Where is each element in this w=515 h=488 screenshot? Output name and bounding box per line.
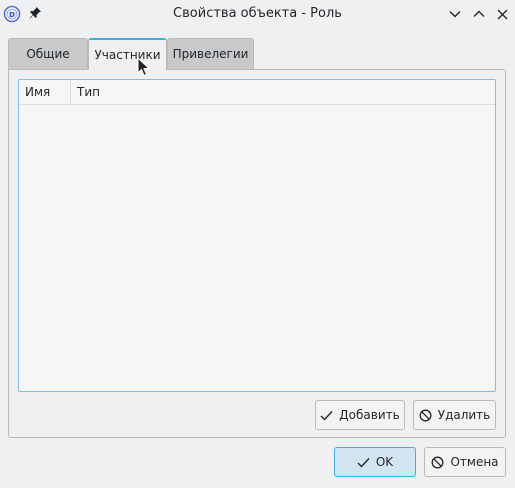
close-icon (497, 9, 507, 19)
chevron-down-icon (449, 11, 461, 18)
cancel-button-label: Отмена (450, 455, 499, 469)
cancel-button[interactable]: Отмена (424, 447, 506, 477)
check-icon (357, 457, 370, 468)
members-table[interactable]: Имя Тип (18, 79, 496, 392)
prohibit-icon (419, 409, 432, 421)
tab-label: Общие (26, 47, 70, 61)
tab-general[interactable]: Общие (8, 38, 88, 69)
window-title: Свойства объекта - Роль (173, 6, 342, 21)
ok-button[interactable]: OK (334, 447, 416, 477)
column-header-type[interactable]: Тип (71, 80, 271, 105)
tab-panel-members: Имя Тип Добавить Удалить (8, 69, 506, 438)
maximize-button[interactable] (470, 5, 488, 23)
tab-members[interactable]: Участники (88, 38, 167, 70)
mouse-cursor-icon (137, 57, 151, 77)
object-properties-dialog: D Свойства объекта - Роль Общие Участник… (0, 0, 515, 488)
check-icon (320, 410, 333, 421)
add-button-label: Добавить (339, 408, 400, 422)
title-bar: D Свойства объекта - Роль (0, 0, 515, 28)
chevron-up-icon (473, 10, 485, 17)
ok-button-label: OK (375, 455, 394, 469)
tab-label: Привелегии (172, 47, 249, 61)
close-button[interactable] (493, 5, 511, 23)
tab-privileges[interactable]: Привелегии (167, 38, 254, 69)
minimize-button[interactable] (446, 5, 464, 23)
column-header-name[interactable]: Имя (19, 80, 71, 105)
prohibit-icon (432, 456, 444, 468)
table-header: Имя Тип (19, 80, 495, 105)
add-button[interactable]: Добавить (315, 400, 405, 430)
delete-button[interactable]: Удалить (413, 400, 496, 430)
delete-button-label: Удалить (437, 408, 491, 422)
